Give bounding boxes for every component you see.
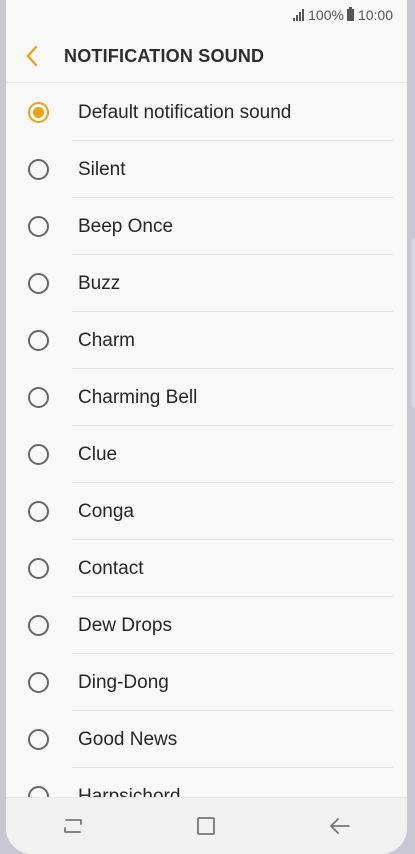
home-icon [197, 817, 216, 835]
sound-option[interactable]: Dew Drops [6, 597, 407, 654]
navigation-bar [6, 797, 407, 854]
back-button[interactable] [6, 30, 58, 82]
clock: 10:00 [357, 7, 393, 23]
sound-option[interactable]: Ding-Dong [6, 654, 407, 711]
sound-option[interactable]: Buzz [6, 255, 407, 312]
sound-option-label: Buzz [78, 272, 121, 294]
sound-option-label: Beep Once [78, 215, 174, 237]
app-header: NOTIFICATION SOUND [6, 30, 407, 83]
sound-option-label: Silent [78, 158, 126, 180]
sound-option[interactable]: Charming Bell [6, 369, 407, 426]
sound-option-label: Conga [78, 500, 134, 522]
nav-back-button[interactable] [310, 806, 370, 846]
sound-option-label: Charm [78, 329, 136, 351]
nav-back-icon [330, 818, 351, 834]
radio-button[interactable] [28, 387, 49, 408]
radio-button[interactable] [28, 444, 49, 465]
phone-screen: 100% 10:00 NOTIFICATION SOUND Default no… [6, 0, 407, 854]
sound-option[interactable]: Conga [6, 483, 407, 540]
sound-list: Default notification sound Silent Beep Onc… [6, 84, 407, 798]
sound-option-label: Good News [78, 728, 178, 750]
sound-option[interactable]: Contact [6, 540, 407, 597]
back-arrow-icon [26, 45, 38, 67]
radio-button[interactable] [28, 615, 49, 636]
radio-button[interactable] [28, 672, 49, 693]
sound-option-label: Dew Drops [78, 614, 172, 636]
sound-option[interactable]: Harpsichord [6, 768, 407, 798]
sound-option[interactable]: Silent [6, 141, 407, 198]
sound-option-label: Clue [78, 443, 118, 465]
recents-button[interactable] [43, 806, 103, 846]
edge-panel-handle[interactable] [411, 238, 415, 408]
recents-icon [63, 819, 82, 833]
status-bar: 100% 10:00 [6, 0, 407, 30]
sound-option[interactable]: Beep Once [6, 198, 407, 255]
radio-button[interactable] [28, 330, 49, 351]
radio-button[interactable] [28, 273, 49, 294]
battery-icon [346, 7, 354, 21]
sound-option-label: Default notification sound [78, 101, 292, 123]
sound-option-label: Contact [78, 557, 144, 579]
page-title: NOTIFICATION SOUND [64, 45, 265, 66]
battery-percent: 100% [308, 7, 344, 23]
radio-button[interactable] [28, 102, 49, 123]
sound-option[interactable]: Good News [6, 711, 407, 768]
radio-button[interactable] [28, 159, 49, 180]
sound-option[interactable]: Charm [6, 312, 407, 369]
sound-option[interactable]: Default notification sound [6, 84, 407, 141]
signal-icon [293, 9, 305, 21]
radio-button[interactable] [28, 729, 49, 750]
sound-option-label: Charming Bell [78, 386, 198, 408]
sound-option-label: Ding-Dong [78, 671, 169, 693]
sound-option[interactable]: Clue [6, 426, 407, 483]
home-button[interactable] [176, 806, 236, 846]
radio-button[interactable] [28, 558, 49, 579]
radio-button[interactable] [28, 501, 49, 522]
radio-button[interactable] [28, 216, 49, 237]
